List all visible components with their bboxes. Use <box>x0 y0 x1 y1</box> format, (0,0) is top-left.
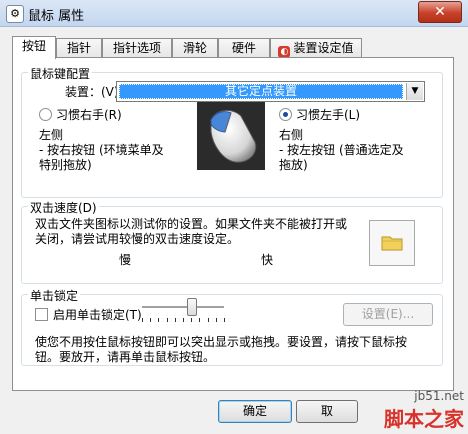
device-select[interactable]: 其它定点装置 ▼ <box>116 81 425 102</box>
close-button[interactable]: ✕ <box>418 1 462 23</box>
mouse-image <box>197 102 265 170</box>
title-bar: ⚙ 鼠标 属性 ✕ <box>0 0 468 27</box>
slider-tick <box>167 318 168 322</box>
slider-tick <box>224 318 225 322</box>
mouse-properties-dialog: ⚙ 鼠标 属性 ✕ 按钮 指针 指针选项 滑轮 硬件 ◐ 装置设定值 鼠标键配置 … <box>0 0 468 434</box>
right-side-desc-2: 拖放) <box>279 158 308 172</box>
left-hand-radio-label: 习惯左手(L) <box>296 108 361 122</box>
folder-icon <box>381 236 403 251</box>
device-label: 装置：(V) <box>65 85 119 99</box>
slider-tick <box>175 318 176 322</box>
slider-thumb[interactable] <box>187 298 197 316</box>
close-icon: ✕ <box>434 4 446 20</box>
window-title: 鼠标 属性 <box>28 9 85 24</box>
right-hand-radio-button[interactable] <box>39 108 52 121</box>
slider-tick <box>142 318 143 322</box>
slider-track[interactable] <box>142 306 224 309</box>
click-lock-settings-button[interactable]: 设置(E)... <box>343 303 433 326</box>
left-hand-radio[interactable]: 习惯左手(L) <box>279 106 360 123</box>
tab-device-settings[interactable]: ◐ 装置设定值 <box>270 38 362 58</box>
watermark-line2: 脚本之家 <box>384 407 464 431</box>
double-click-title: 双击速度(D) <box>28 199 99 216</box>
tab-hardware[interactable]: 硬件 <box>218 38 270 58</box>
slider-tick <box>216 318 217 322</box>
slider-tick <box>158 318 159 322</box>
slider-tick <box>199 318 200 322</box>
cancel-button[interactable]: 取 <box>296 400 358 423</box>
mouse-settings-icon: ⚙ <box>6 5 24 23</box>
watermark: jb51.net 脚本之家 <box>384 389 464 432</box>
click-lock-checkbox-box[interactable] <box>35 308 48 321</box>
click-lock-title: 单击锁定 <box>28 287 81 304</box>
watermark-line1: jb51.net <box>414 389 464 403</box>
device-selected-value: 其它定点装置 <box>119 84 403 99</box>
fast-label: 快 <box>261 253 274 267</box>
buttons-tab-panel: 鼠标键配置 装置：(V) 其它定点装置 ▼ 习惯右手(R) 左侧 - 按右按钮 … <box>12 57 454 391</box>
tab-device-settings-label: 装置设定值 <box>293 41 354 55</box>
click-lock-desc-2: 钮。要放开，请再单击鼠标按钮。 <box>35 350 216 364</box>
slider-tick <box>183 318 184 322</box>
slider-tick <box>208 318 209 322</box>
left-hand-radio-button[interactable] <box>279 108 292 121</box>
chevron-down-icon[interactable]: ▼ <box>406 83 423 100</box>
tab-pointers[interactable]: 指针 <box>56 38 102 58</box>
double-click-desc-2: 关闭，请尝试用较慢的双击速度设定。 <box>35 232 240 246</box>
tab-wheel[interactable]: 滑轮 <box>172 38 218 58</box>
mouse-config-title: 鼠标键配置 <box>28 65 93 82</box>
click-lock-checkbox[interactable]: 启用单击锁定(T) <box>35 306 142 323</box>
test-folder[interactable] <box>369 220 415 266</box>
tab-pointer-options[interactable]: 指针选项 <box>102 38 172 58</box>
slider-tick <box>191 318 192 322</box>
ok-button[interactable]: 确定 <box>218 400 292 423</box>
right-hand-radio-label: 习惯右手(R) <box>56 108 122 122</box>
slider-tick <box>150 318 151 322</box>
click-lock-checkbox-label: 启用单击锁定(T) <box>53 308 142 322</box>
slow-label: 慢 <box>119 253 132 267</box>
right-hand-radio[interactable]: 习惯右手(R) <box>39 106 122 123</box>
tab-buttons[interactable]: 按钮 <box>12 36 56 59</box>
left-side-desc-2: 特别拖放) <box>39 158 92 172</box>
